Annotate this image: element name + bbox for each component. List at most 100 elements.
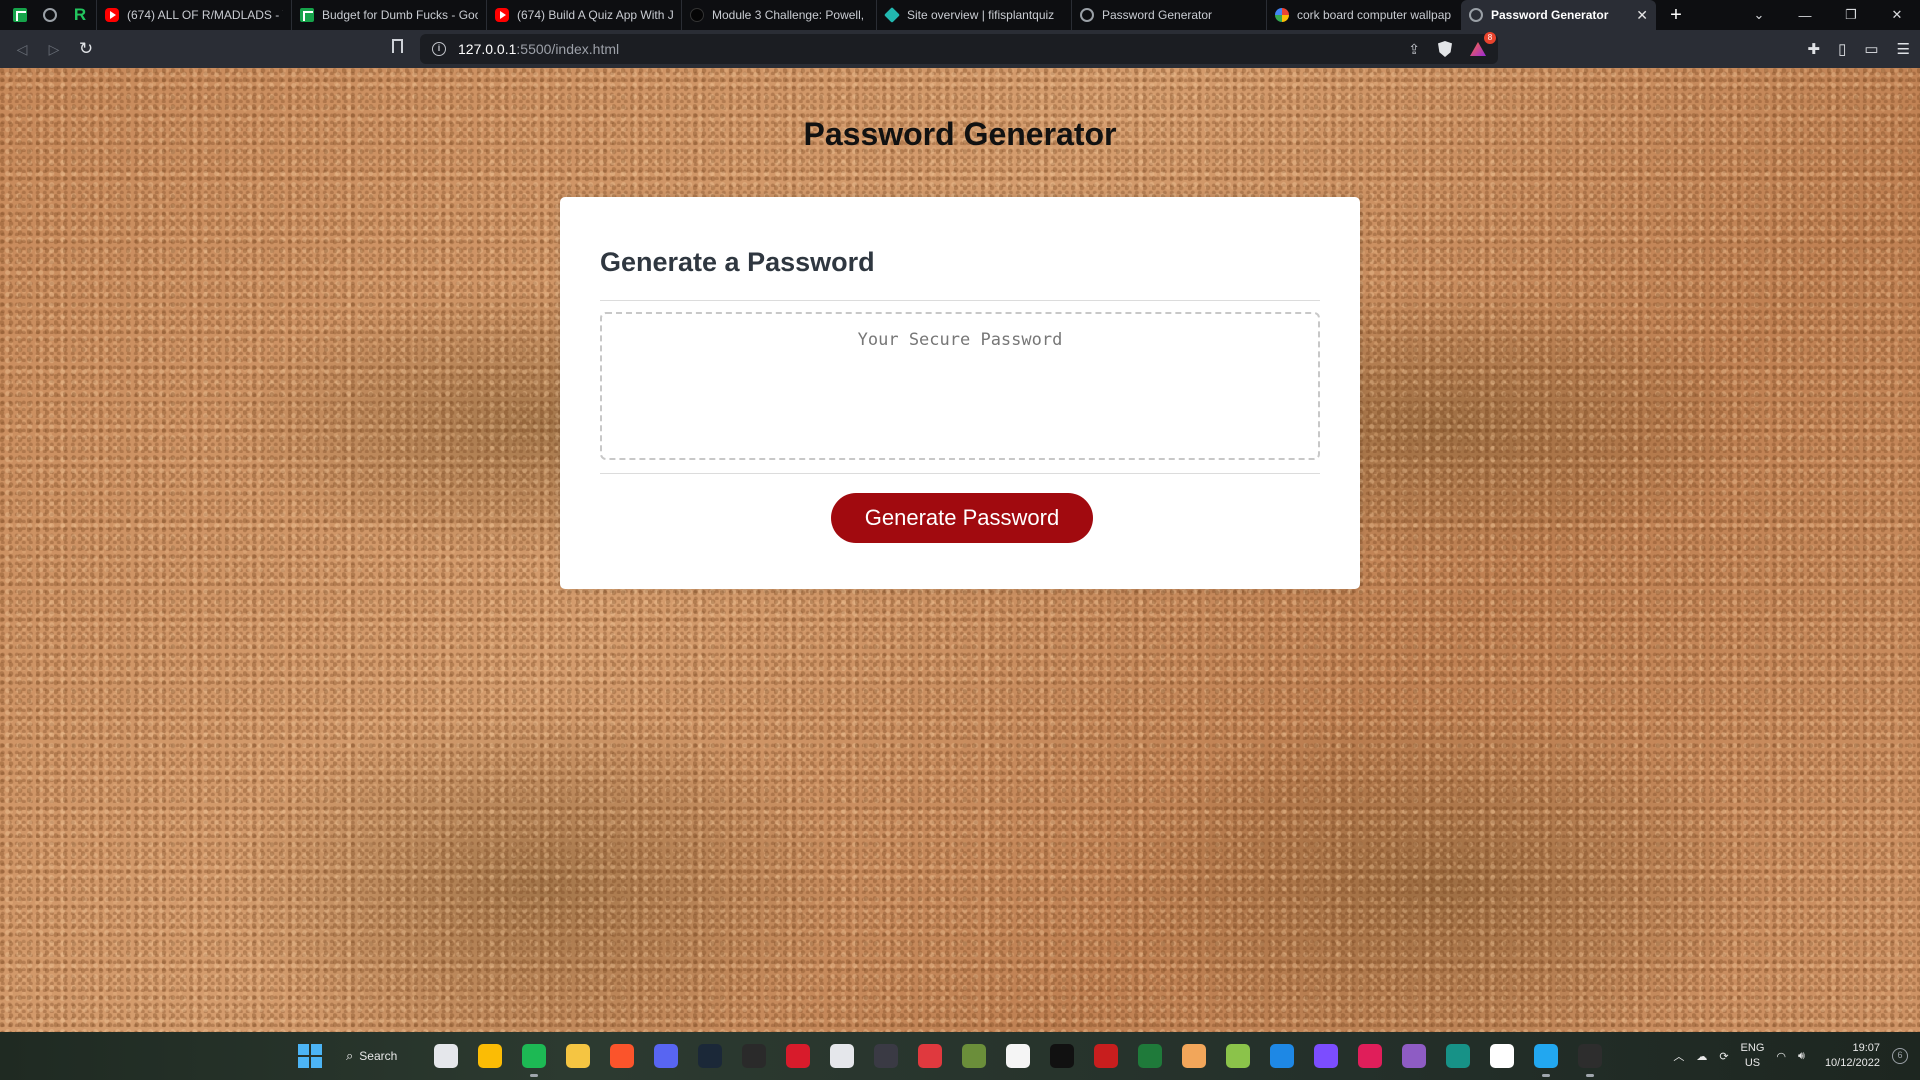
restore-button[interactable]: ❐ [1828, 7, 1874, 23]
pinned-tab-globe[interactable] [38, 3, 62, 27]
language-indicator[interactable]: ENG US [1741, 1041, 1765, 1071]
brave-rewards-icon[interactable] [1470, 42, 1486, 56]
wallet-icon[interactable]: ▭ [1864, 40, 1878, 58]
taskbar-app[interactable] [688, 1032, 732, 1080]
brave-icon [610, 1044, 634, 1068]
fl-studio-icon [1138, 1044, 1162, 1068]
taskbar-app[interactable] [908, 1032, 952, 1080]
clock[interactable]: 19:07 10/12/2022 [1825, 1041, 1880, 1071]
taskbar-app[interactable] [1172, 1032, 1216, 1080]
close-tab-icon[interactable]: ✕ [1636, 7, 1648, 24]
purple-check-icon [1314, 1044, 1338, 1068]
taskbar-app[interactable] [1128, 1032, 1172, 1080]
pinned-apps [424, 1032, 1612, 1080]
tab-search-chevron-icon[interactable]: ⌄ [1736, 7, 1782, 23]
taskbar-app[interactable] [1216, 1032, 1260, 1080]
password-card: Generate a Password Generate Password [560, 197, 1360, 589]
steam-icon [698, 1044, 722, 1068]
chrome-icon [478, 1044, 502, 1068]
tab-quiz-app[interactable]: (674) Build A Quiz App With J [486, 0, 681, 30]
ubisoft-icon [830, 1044, 854, 1068]
taskbar-app[interactable] [556, 1032, 600, 1080]
forward-button[interactable]: ▷ [38, 41, 70, 58]
tab-password-generator-1[interactable]: Password Generator [1071, 0, 1266, 30]
site-info-icon[interactable]: i [432, 42, 446, 56]
taskbar-app[interactable] [1524, 1032, 1568, 1080]
clock-time: 19:07 [1852, 1042, 1880, 1054]
menu-icon[interactable]: ☰ [1897, 40, 1910, 58]
taskbar-app[interactable] [600, 1032, 644, 1080]
tab-budget[interactable]: Budget for Dumb Fucks - Goo [291, 0, 486, 30]
minimize-button[interactable]: — [1782, 8, 1828, 23]
taskbar-app[interactable] [1040, 1032, 1084, 1080]
toolbar-actions: ✚ ▯ ▭ ☰ [1808, 30, 1910, 68]
tab-password-generator-active[interactable]: Password Generator ✕ [1461, 0, 1656, 30]
share-icon[interactable]: ⇪ [1408, 41, 1420, 58]
tab-cork-board[interactable]: cork board computer wallpap [1266, 0, 1461, 30]
pinned-tab-sheets[interactable] [8, 3, 32, 27]
notification-badge[interactable]: 6 [1892, 1048, 1908, 1064]
new-tab-button[interactable]: + [1656, 0, 1696, 30]
taskbar-app[interactable] [1480, 1032, 1524, 1080]
card-divider-bottom [600, 473, 1320, 474]
taskbar-app[interactable] [732, 1032, 776, 1080]
globe-icon [43, 8, 57, 22]
google-sheets-icon [300, 8, 314, 22]
visual-studio-icon [1402, 1044, 1426, 1068]
red-app-icon [786, 1044, 810, 1068]
taskbar-app[interactable] [1568, 1032, 1612, 1080]
back-button[interactable]: ◁ [6, 41, 38, 58]
taskbar-app[interactable] [952, 1032, 996, 1080]
sync-icon[interactable]: ⟳ [1719, 1050, 1728, 1063]
taskbar-app[interactable] [468, 1032, 512, 1080]
close-window-button[interactable]: ✕ [1874, 7, 1920, 23]
taskbar-app[interactable] [1436, 1032, 1480, 1080]
volume-icon[interactable]: 🔊︎ [1798, 1050, 1805, 1063]
password-output[interactable] [600, 312, 1320, 460]
card-header: Generate a Password [600, 247, 875, 277]
taskbar-search[interactable]: ⌕ Search [332, 1048, 424, 1064]
address-bar[interactable]: i 127.0.0.1:5500/index.html ⇪ [420, 34, 1498, 64]
tab-madlads[interactable]: (674) ALL OF R/MADLADS - Yo [96, 0, 291, 30]
start-button[interactable] [288, 1032, 332, 1080]
tab-module-3[interactable]: Module 3 Challenge: Powell, [681, 0, 876, 30]
taskbar-app[interactable] [996, 1032, 1040, 1080]
epic-games-icon [742, 1044, 766, 1068]
sidebar-icon[interactable]: ▯ [1838, 40, 1846, 58]
taskbar-app[interactable] [1348, 1032, 1392, 1080]
page-viewport: Password Generator Generate a Password G… [0, 68, 1920, 1032]
tab-site-overview[interactable]: Site overview | fifisplantquiz [876, 0, 1071, 30]
keyboard-layout: US [1744, 1057, 1761, 1069]
chevron-up-icon[interactable]: ︿ [1673, 1048, 1684, 1064]
taskbar-app[interactable] [644, 1032, 688, 1080]
taskbar-app[interactable] [424, 1032, 468, 1080]
taskbar-app[interactable] [512, 1032, 556, 1080]
taskbar-app[interactable] [820, 1032, 864, 1080]
extensions-icon[interactable]: ✚ [1808, 40, 1821, 58]
taskbar-app[interactable] [1260, 1032, 1304, 1080]
taskbar-app[interactable] [1084, 1032, 1128, 1080]
taskbar-app[interactable] [864, 1032, 908, 1080]
bookmark-icon[interactable] [392, 39, 403, 58]
github-icon [1490, 1044, 1514, 1068]
page-title: Password Generator [803, 116, 1117, 152]
onedrive-icon[interactable]: ☁ [1696, 1050, 1707, 1063]
terminal-icon [1578, 1044, 1602, 1068]
youtube-icon [495, 8, 509, 22]
language-code: ENG [1740, 1042, 1765, 1054]
spotify-icon [522, 1044, 546, 1068]
pinned-tab-r-app[interactable]: R [68, 3, 92, 27]
wifi-icon[interactable]: ◠ [1776, 1050, 1786, 1063]
url-host: 127.0.0.1 [458, 41, 517, 57]
reload-button[interactable]: ↻ [70, 39, 102, 59]
taskbar-app[interactable] [776, 1032, 820, 1080]
clock-date: 10/12/2022 [1824, 1057, 1880, 1069]
taskbar-app[interactable] [1392, 1032, 1436, 1080]
brave-shield-icon[interactable] [1438, 41, 1452, 57]
generate-password-button[interactable]: Generate Password [831, 493, 1093, 543]
blue-app-icon [1270, 1044, 1294, 1068]
netlify-icon [884, 7, 900, 23]
green-star-icon [1226, 1044, 1250, 1068]
taskbar-app[interactable] [1304, 1032, 1348, 1080]
red-2-icon [1094, 1044, 1118, 1068]
